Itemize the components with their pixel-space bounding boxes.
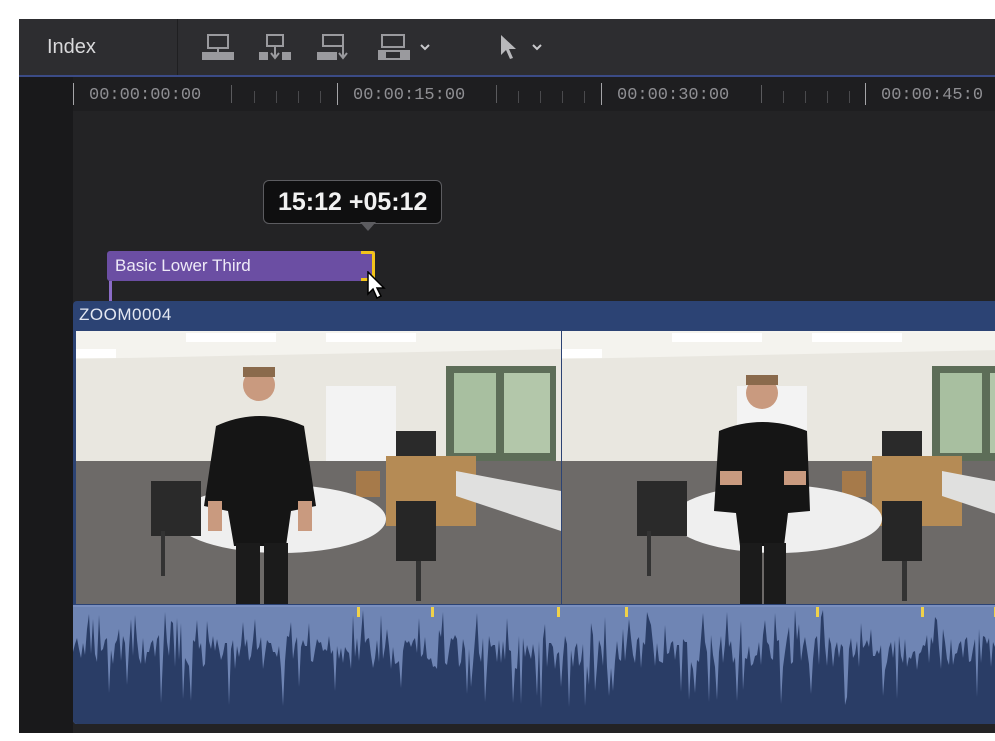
ruler-tick — [231, 85, 232, 103]
ruler-tick — [276, 91, 277, 103]
select-tool-menu[interactable] — [495, 33, 551, 61]
video-thumbnail — [76, 331, 561, 604]
append-clip-button[interactable] — [314, 33, 352, 61]
append-clip-icon — [317, 34, 348, 60]
overwrite-clip-button[interactable] — [375, 33, 435, 61]
timecode-ruler[interactable]: 00:00:00:00 00:00:15:00 00:00:30:00 00:0… — [73, 79, 995, 111]
ruler-timecode: 00:00:45:0 — [881, 86, 984, 105]
tooltip-arrow — [360, 222, 376, 231]
ruler-tick — [518, 91, 519, 103]
ruler-tick — [298, 91, 299, 103]
ruler-tick — [783, 91, 784, 103]
ruler-tick — [562, 91, 563, 103]
timeline-toolbar: Index — [19, 19, 995, 77]
chevron-down-icon — [420, 44, 430, 51]
ruler-tick — [584, 91, 585, 103]
ruler-tick — [601, 83, 602, 105]
ruler-timecode: 00:00:15:00 — [353, 86, 466, 105]
mouse-cursor-icon — [367, 271, 386, 300]
select-tool-icon — [501, 35, 542, 59]
ruler-tick — [496, 85, 497, 103]
chevron-down-icon — [532, 44, 542, 51]
trim-timecode-tooltip: 15:12 +05:12 — [263, 180, 443, 224]
ruler-tick — [540, 91, 541, 103]
video-thumbnail — [562, 331, 995, 604]
insert-clip-button[interactable] — [256, 33, 294, 61]
ruler-tick — [73, 83, 74, 105]
toolbar-separator — [177, 19, 178, 75]
ruler-tick — [320, 91, 321, 103]
ruler-timecode: 00:00:30:00 — [617, 86, 730, 105]
timeline-left-gutter — [19, 77, 73, 733]
connected-clip-connector — [109, 281, 112, 303]
index-button[interactable]: Index — [31, 29, 112, 65]
ruler-tick — [865, 83, 866, 105]
ruler-timecode: 00:00:00:00 — [89, 86, 202, 105]
ruler-tick — [849, 91, 850, 103]
connect-clip-button[interactable] — [199, 33, 237, 61]
clip-filmstrip — [76, 331, 995, 604]
title-clip[interactable]: Basic Lower Third — [107, 251, 375, 281]
timeline-window: Index 00:00:00:00 00:00:15:00 00:00:30:0… — [19, 19, 995, 733]
ruler-tick — [827, 91, 828, 103]
insert-clip-icon — [259, 34, 291, 60]
overwrite-clip-icon — [378, 34, 430, 60]
ruler-tick — [761, 85, 762, 103]
clip-name-label: ZOOM0004 — [79, 305, 172, 324]
connect-clip-icon — [202, 34, 234, 60]
audio-waveform — [73, 605, 995, 724]
video-clip[interactable]: ZOOM0004 — [73, 301, 995, 724]
ruler-tick — [805, 91, 806, 103]
ruler-tick — [254, 91, 255, 103]
ruler-tick — [337, 83, 338, 105]
